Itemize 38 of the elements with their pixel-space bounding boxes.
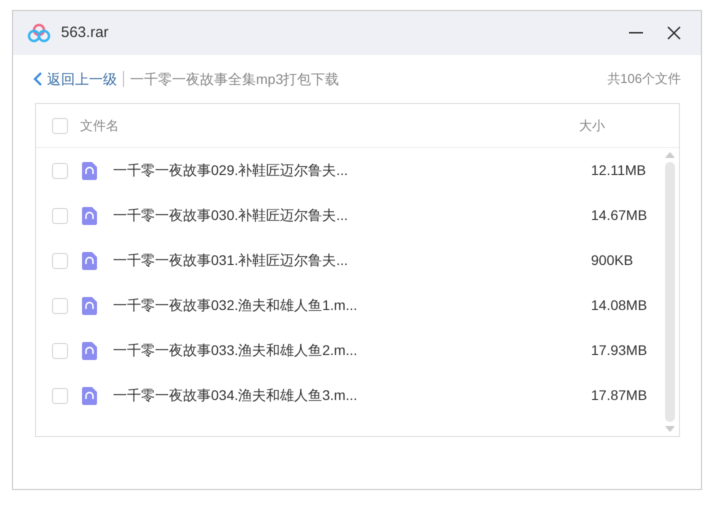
audio-file-icon [82, 342, 97, 360]
audio-file-icon [82, 296, 97, 314]
file-count: 共106个文件 [607, 70, 681, 88]
file-name[interactable]: 一千零一夜故事034.渔夫和雄人鱼3.m... [113, 385, 358, 406]
checkbox[interactable] [52, 388, 68, 404]
checkbox[interactable] [52, 162, 68, 178]
checkbox[interactable] [52, 252, 68, 268]
scroll-down-icon[interactable] [665, 426, 675, 432]
file-name[interactable]: 一千零一夜故事033.渔夫和雄人鱼2.m... [113, 340, 358, 361]
folder-path: 一千零一夜故事全集mp3打包下载 [130, 70, 340, 89]
checkbox[interactable] [52, 208, 68, 224]
column-header: 文件名 [80, 116, 119, 135]
file-size: 17.93MB [591, 341, 648, 360]
checkbox[interactable] [52, 298, 68, 314]
checkbox[interactable] [52, 342, 68, 358]
file-size: 12.11MB [591, 161, 647, 180]
file-size: 900KB [591, 251, 634, 270]
close-icon [667, 26, 681, 40]
back-link[interactable]: 返回上一级 [33, 68, 117, 90]
audio-file-icon [82, 386, 97, 404]
file-size: 14.08MB [591, 296, 648, 315]
audio-file-icon [82, 252, 97, 270]
scrollbar-track[interactable] [665, 162, 675, 422]
audio-file-icon [82, 162, 97, 180]
file-size: 14.67MB [591, 206, 648, 225]
file-name[interactable]: 一千零一夜故事029.补鞋匠迈尔鲁夫... [113, 160, 348, 181]
column-header: 大小 [579, 116, 606, 135]
file-name[interactable]: 一千零一夜故事032.渔夫和雄人鱼1.m... [113, 295, 358, 316]
scroll-up-icon[interactable] [665, 152, 675, 158]
file-size: 17.87MB [591, 386, 648, 405]
app-logo-icon [27, 23, 51, 43]
window-title: 563.rar [61, 22, 109, 43]
minimize-icon [629, 32, 643, 34]
chevron-left-icon [33, 72, 43, 86]
file-name[interactable]: 一千零一夜故事030.补鞋匠迈尔鲁夫... [113, 205, 348, 226]
audio-file-icon [82, 206, 97, 224]
checkbox[interactable] [52, 118, 68, 134]
file-name[interactable]: 一千零一夜故事031.补鞋匠迈尔鲁夫... [113, 250, 348, 271]
